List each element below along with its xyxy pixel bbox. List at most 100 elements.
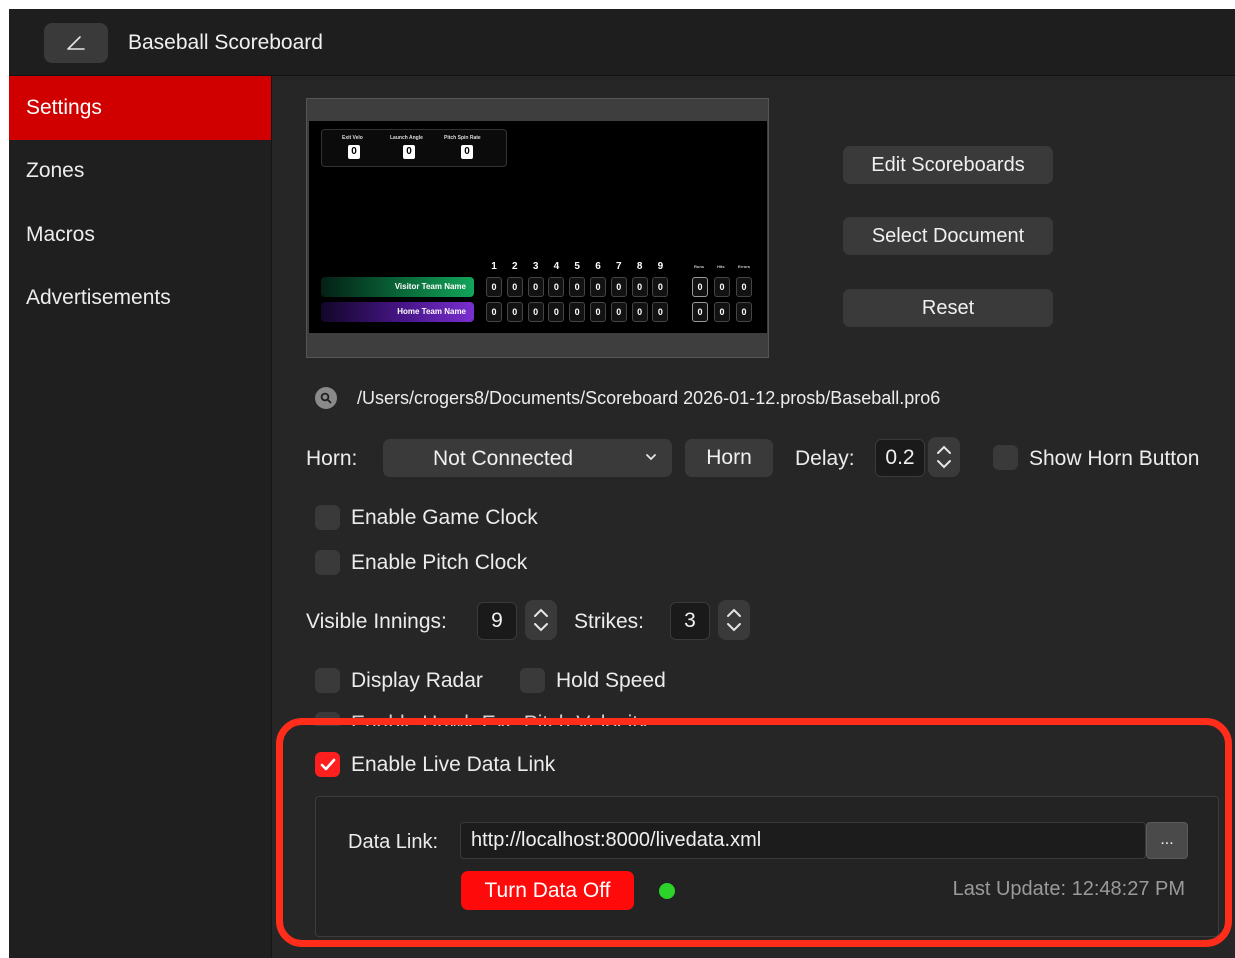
live-data-checkbox[interactable] — [315, 752, 340, 777]
delay-input[interactable]: 0.2 — [875, 439, 925, 477]
radar-value: 0 — [403, 145, 415, 159]
runs-header: Runs — [694, 264, 704, 269]
inning-score-cell: 0 — [486, 302, 502, 322]
radar-value: 0 — [348, 145, 360, 159]
stepper-arrows-icon — [937, 445, 951, 469]
inning-score-cell: 0 — [610, 302, 627, 322]
inning-score-cell: 0 — [569, 302, 586, 322]
sidebar: Settings Zones Macros Advertisements — [9, 76, 272, 958]
scoreboard-screen: Exit Velo Launch Angle Pitch Spin Rate 0… — [309, 121, 767, 333]
inning-score-cell: 0 — [631, 302, 648, 322]
live-data-panel: Data Link: http://localhost:8000/livedat… — [315, 796, 1219, 937]
inning-score-cell: 0 — [631, 277, 648, 297]
edit-scoreboards-button[interactable]: Edit Scoreboards — [843, 146, 1053, 184]
delay-stepper[interactable] — [928, 437, 960, 477]
magnifier-icon — [320, 392, 332, 404]
total-score-cell: 0 — [692, 302, 708, 322]
inning-score-cell: 0 — [590, 302, 606, 322]
inning-score-cell: 0 — [527, 277, 544, 297]
inning-score-cell: 0 — [486, 277, 502, 297]
scoreboard-preview: Exit Velo Launch Angle Pitch Spin Rate 0… — [306, 98, 769, 358]
inning-score-cell: 0 — [548, 277, 565, 297]
game-clock-checkbox[interactable] — [315, 505, 340, 530]
inning-header: 4 — [553, 261, 560, 272]
show-horn-button-checkbox[interactable] — [993, 445, 1018, 470]
inning-score-cell: 0 — [527, 302, 544, 322]
turn-data-off-button[interactable]: Turn Data Off — [461, 871, 634, 910]
total-score-cell: 0 — [714, 302, 730, 322]
live-data-label: Enable Live Data Link — [351, 753, 556, 776]
sidebar-item-macros[interactable]: Macros — [9, 203, 271, 267]
document-path-row: /Users/crogers8/Documents/Scoreboard 202… — [315, 387, 940, 409]
radar-label: Exit Velo — [342, 135, 363, 141]
pitch-clock-checkbox[interactable] — [315, 550, 340, 575]
horn-button[interactable]: Horn — [685, 439, 773, 477]
checkmark-icon — [320, 758, 335, 770]
total-score-cell: 0 — [692, 277, 708, 297]
delay-label: Delay: — [795, 447, 855, 470]
inning-score-cell: 0 — [506, 302, 523, 322]
visible-innings-stepper[interactable] — [525, 600, 557, 640]
last-update-text: Last Update: 12:48:27 PM — [952, 878, 1185, 900]
inning-score-cell: 0 — [590, 277, 606, 297]
select-document-button[interactable]: Select Document — [843, 217, 1053, 255]
inning-header: 1 — [491, 261, 497, 272]
hold-speed-checkbox[interactable] — [520, 668, 545, 693]
horn-select[interactable]: Not Connected — [383, 439, 672, 477]
app-window: Baseball Scoreboard Settings Zones Macro… — [9, 9, 1235, 958]
errors-header: Errors — [738, 264, 751, 269]
stepper-arrows-icon — [534, 608, 548, 632]
inning-header: 5 — [574, 261, 580, 272]
total-score-cell: 0 — [736, 277, 752, 297]
total-score-cell: 0 — [736, 302, 752, 322]
show-horn-button-label: Show Horn Button — [1029, 447, 1200, 470]
strikes-label: Strikes: — [574, 610, 645, 633]
inning-header: 3 — [532, 261, 539, 272]
status-indicator — [659, 883, 675, 899]
inning-header: 8 — [636, 261, 643, 272]
window-title: Baseball Scoreboard — [128, 31, 323, 54]
inning-score-cell: 0 — [652, 302, 669, 322]
settings-panel: Exit Velo Launch Angle Pitch Spin Rate 0… — [273, 76, 1235, 958]
radar-label: Pitch Spin Rate — [444, 135, 481, 141]
document-path: /Users/crogers8/Documents/Scoreboard 202… — [357, 387, 941, 408]
sidebar-item-advertisements[interactable]: Advertisements — [9, 267, 271, 331]
inning-score-cell: 0 — [548, 302, 565, 322]
pitch-clock-label: Enable Pitch Clock — [351, 551, 528, 574]
sidebar-item-settings[interactable]: Settings — [9, 76, 271, 140]
chevron-down-icon — [644, 447, 658, 473]
inning-score-cell: 0 — [569, 277, 586, 297]
inning-header: 2 — [512, 261, 518, 272]
visible-innings-input[interactable]: 9 — [477, 602, 517, 640]
game-clock-label: Enable Game Clock — [351, 506, 538, 529]
radar-value: 0 — [461, 145, 473, 159]
inning-header: 9 — [657, 261, 664, 272]
angle-icon — [67, 36, 85, 50]
inning-header: 6 — [595, 261, 601, 272]
hits-header: Hits — [717, 264, 725, 269]
edit-mode-button[interactable] — [44, 23, 108, 63]
display-radar-checkbox[interactable] — [315, 668, 340, 693]
horn-select-value: Not Connected — [433, 447, 574, 470]
sidebar-item-zones[interactable]: Zones — [9, 140, 271, 204]
data-link-label: Data Link: — [348, 831, 439, 853]
total-score-cell: 0 — [714, 277, 730, 297]
home-team-name: Home Team Name — [321, 302, 474, 322]
title-bar: Baseball Scoreboard — [9, 9, 1235, 76]
hawkeye-checkbox[interactable] — [315, 712, 340, 726]
inning-score-cell: 0 — [506, 277, 523, 297]
reveal-in-finder-button[interactable] — [315, 387, 337, 409]
strikes-input[interactable]: 3 — [670, 602, 710, 640]
browse-button[interactable]: ... — [1146, 822, 1188, 859]
hold-speed-label: Hold Speed — [556, 669, 666, 692]
data-link-input[interactable]: http://localhost:8000/livedata.xml — [460, 822, 1146, 859]
inning-header: 7 — [616, 261, 622, 272]
inning-score-cell: 0 — [652, 277, 669, 297]
visitor-team-name: Visitor Team Name — [321, 277, 474, 297]
strikes-stepper[interactable] — [718, 600, 750, 640]
radar-box: Exit Velo Launch Angle Pitch Spin Rate 0… — [321, 129, 507, 167]
radar-label: Launch Angle — [390, 135, 423, 141]
stepper-arrows-icon — [727, 608, 741, 632]
visible-innings-label: Visible Innings: — [306, 610, 447, 633]
reset-button[interactable]: Reset — [843, 289, 1053, 327]
